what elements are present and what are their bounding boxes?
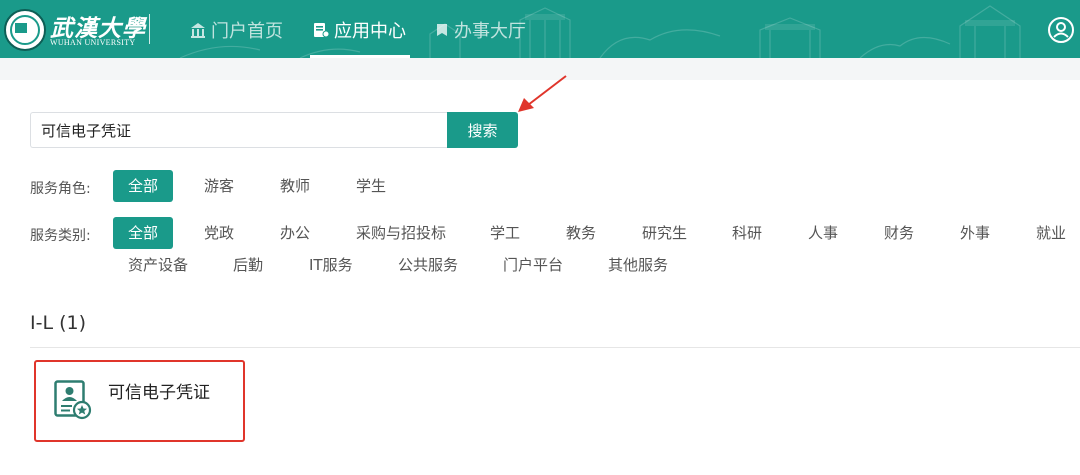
app-card-trusted-credential[interactable]: 可信电子凭证 bbox=[40, 364, 240, 438]
app-name: 可信电子凭证 bbox=[108, 383, 210, 403]
category-chip-other-services[interactable]: 其他服务 bbox=[608, 249, 668, 281]
role-chip-all[interactable]: 全部 bbox=[113, 170, 173, 202]
category-chip-hr[interactable]: 人事 bbox=[808, 217, 838, 249]
search-button[interactable]: 搜索 bbox=[447, 112, 518, 148]
university-name-cn: 武漢大學 bbox=[50, 15, 146, 42]
nav-portal-home[interactable]: 门户首页 bbox=[189, 16, 283, 44]
category-chip-office[interactable]: 办公 bbox=[280, 217, 310, 249]
category-chip-public-services[interactable]: 公共服务 bbox=[398, 249, 458, 281]
role-chip-teacher[interactable]: 教师 bbox=[280, 170, 310, 202]
category-chip-all[interactable]: 全部 bbox=[113, 217, 173, 249]
category-chip-logistics[interactable]: 后勤 bbox=[233, 249, 263, 281]
category-chip-it-services[interactable]: IT服务 bbox=[309, 249, 353, 281]
search-input[interactable] bbox=[30, 112, 447, 148]
university-name-en: WUHAN UNIVERSITY bbox=[50, 38, 136, 47]
credential-icon bbox=[54, 380, 92, 420]
category-chip-academic[interactable]: 教务 bbox=[566, 217, 596, 249]
university-emblem-icon[interactable] bbox=[4, 9, 46, 51]
results-group-title: I-L (1) bbox=[30, 312, 86, 334]
category-chip-research[interactable]: 科研 bbox=[732, 217, 762, 249]
top-navigation-bar: 武漢大學 WUHAN UNIVERSITY 门户首页 应用中心 办事大厅 bbox=[0, 0, 1080, 58]
logo-divider bbox=[149, 14, 150, 44]
nav-service-hall-label: 办事大厅 bbox=[454, 21, 526, 42]
category-chip-party[interactable]: 党政 bbox=[204, 217, 234, 249]
category-chip-graduate[interactable]: 研究生 bbox=[642, 217, 687, 249]
building-icon bbox=[191, 23, 205, 38]
role-filter-label: 服务角色: bbox=[30, 181, 91, 197]
nav-app-center-label: 应用中心 bbox=[334, 21, 406, 42]
category-filter-label: 服务类别: bbox=[30, 228, 91, 244]
category-chip-student-affairs[interactable]: 学工 bbox=[490, 217, 520, 249]
user-circle-icon[interactable] bbox=[1047, 16, 1075, 44]
category-chip-finance[interactable]: 财务 bbox=[884, 217, 914, 249]
category-chip-portal-platform[interactable]: 门户平台 bbox=[503, 249, 563, 281]
nav-portal-home-label: 门户首页 bbox=[211, 21, 283, 42]
nav-app-center[interactable]: 应用中心 bbox=[312, 16, 406, 44]
campus-silhouette-decoration bbox=[179, 5, 1021, 58]
annotation-arrow-icon bbox=[518, 75, 567, 112]
category-chip-procurement[interactable]: 采购与招投标 bbox=[356, 217, 446, 249]
category-chip-foreign-affairs[interactable]: 外事 bbox=[960, 217, 990, 249]
role-chip-visitor[interactable]: 游客 bbox=[204, 170, 234, 202]
category-chip-employment[interactable]: 就业 bbox=[1036, 217, 1066, 249]
nav-service-hall[interactable]: 办事大厅 bbox=[434, 16, 526, 44]
app-center-icon bbox=[314, 23, 330, 38]
bookmark-icon bbox=[437, 24, 447, 36]
role-chip-student[interactable]: 学生 bbox=[356, 170, 386, 202]
category-chip-assets[interactable]: 资产设备 bbox=[128, 249, 188, 281]
results-divider bbox=[30, 347, 1080, 348]
